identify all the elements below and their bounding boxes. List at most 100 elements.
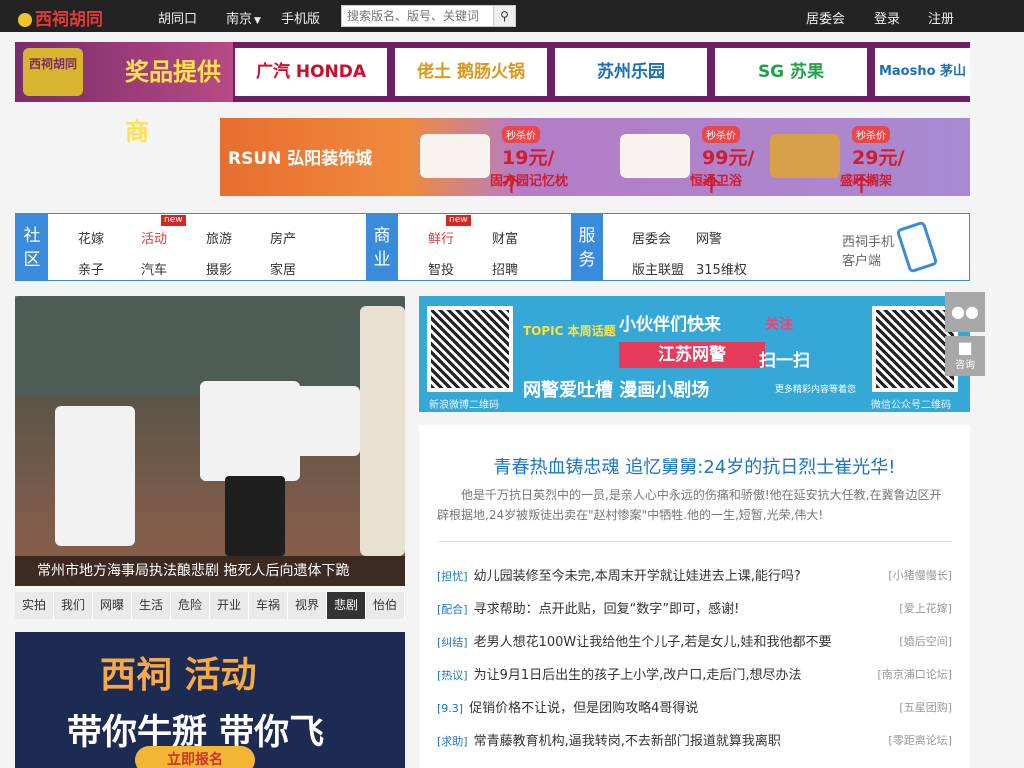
post-tag[interactable]: [担忧]: [437, 570, 468, 583]
juweihui-link[interactable]: 居委会: [806, 8, 845, 27]
article-headline[interactable]: 青春热血铸忠魂 追忆舅舅:24岁的抗日烈士崔光华!: [419, 453, 970, 479]
post-source[interactable]: [婚后空间]: [899, 633, 952, 649]
logo-text: 西祠胡同: [35, 10, 103, 30]
ad-line1: 小伙伴们快来: [619, 315, 721, 335]
wechat-icon: ●●: [951, 302, 979, 321]
weibo-qr-caption: 新浪微博二维码: [429, 400, 499, 411]
toilet-image: [620, 134, 690, 178]
menu-item-qinzi[interactable]: 亲子: [78, 259, 104, 278]
menu-item-huajia[interactable]: 花嫁: [78, 228, 104, 247]
post-title[interactable]: 老男人想花100W让我给他生个儿子,若是女儿,娃和我他都不要: [474, 635, 832, 650]
police-ad[interactable]: 新浪微博二维码 TOPIC 本周话题 小伙伴们快来 关注 江苏网警 扫一扫 网警…: [419, 296, 970, 412]
tab-shijie[interactable]: 视界: [288, 592, 327, 619]
menu-item-sheying[interactable]: 摄影: [206, 259, 232, 278]
deal-name: 盛旺搁架: [840, 174, 893, 189]
site-logo[interactable]: 西祠胡同: [18, 5, 103, 30]
list-item: [热议] 为让9月1日后出生的孩子上小学,改户口,走后门,想尽办法 [南京浦口论坛]: [437, 664, 952, 697]
sponsor-suguo[interactable]: SG 苏果: [715, 48, 867, 96]
login-link[interactable]: 登录: [874, 8, 900, 27]
deal-name: 恒通卫浴: [690, 174, 743, 189]
tab-beiju[interactable]: 悲剧: [327, 592, 366, 619]
post-tag[interactable]: [求助]: [437, 735, 468, 748]
menu-item-wangjing[interactable]: 网警: [696, 228, 722, 247]
chat-icon: ■: [957, 338, 973, 357]
sponsor-banner[interactable]: 西祠胡同 奖品提供商 广汽 HONDA 佬土 鹅肠火锅 苏州乐园 SG 苏果 M…: [15, 42, 970, 146]
person-figure: [225, 476, 285, 556]
wechat-float-button[interactable]: ●● 微信: [945, 292, 985, 332]
post-title[interactable]: 为让9月1日后出生的孩子上小学,改户口,走后门,想尽办法: [474, 668, 802, 683]
hero-image[interactable]: 常州市地方海事局执法酿悲剧 拖死人后向遗体下跪: [15, 296, 405, 586]
menu-item-zhaopin[interactable]: 招聘: [492, 259, 518, 278]
logo-icon: [18, 13, 32, 27]
search-icon: ⚲: [500, 9, 509, 23]
menu-item-lvyou[interactable]: 旅游: [206, 228, 232, 247]
post-source[interactable]: [五星团购]: [899, 699, 952, 715]
mobile-client-link[interactable]: 西祠手机客户端: [842, 233, 900, 271]
divider: [437, 541, 952, 542]
post-title[interactable]: 寻求帮助：点开此贴，回复“数字”即可，感谢!: [474, 602, 740, 617]
ad-scan: 扫一扫: [759, 351, 810, 371]
sponsor-lead: 西祠胡同 奖品提供商: [15, 42, 233, 146]
deal-name: 固方园记忆枕: [490, 174, 569, 189]
post-title[interactable]: 幼儿园装修至今未完,本周末开学就让娃进去上课,能行吗?: [474, 569, 801, 584]
menu-item-banzhu[interactable]: 版主联盟: [632, 259, 684, 278]
top-bar: 西祠胡同 胡同口 南京▼ 手机版 ⚲ 居委会 登录 注册: [0, 0, 1024, 32]
tab-chehuo[interactable]: 车祸: [249, 592, 288, 619]
menu-item-caifu[interactable]: 财富: [492, 228, 518, 247]
rack-image: [770, 134, 840, 178]
city-select[interactable]: 南京 ▼: [226, 8, 261, 27]
tab-weixian[interactable]: 危险: [171, 592, 210, 619]
register-link[interactable]: 注册: [928, 8, 954, 27]
menu-item-qiche[interactable]: 汽车: [141, 259, 167, 278]
mobile-link[interactable]: 手机版: [281, 8, 320, 27]
deal-item: 秒杀价 29元/个 盛旺搁架: [770, 126, 920, 196]
hero-caption[interactable]: 常州市地方海事局执法酿悲剧 拖死人后向遗体下跪: [15, 556, 405, 586]
consult-label: 咨询: [955, 360, 975, 371]
list-item: [担忧] 幼儿园装修至今未完,本周末开学就让娃进去上课,能行吗? [小猪慢慢长]: [437, 565, 952, 598]
consult-float-button[interactable]: ■ 咨询: [945, 336, 985, 376]
register-now-button[interactable]: 立即报名: [135, 746, 255, 768]
post-tag[interactable]: [配合]: [437, 603, 468, 616]
post-source[interactable]: [南京浦口论坛]: [877, 666, 952, 682]
post-source[interactable]: [小猪慢慢长]: [888, 567, 952, 583]
business-header: 商业: [366, 214, 398, 280]
sponsor-suzhou-park[interactable]: 苏州乐园: [555, 48, 707, 96]
menu-item-huodong[interactable]: 活动: [141, 228, 167, 247]
menu-item-xianxing[interactable]: 鲜行: [428, 228, 454, 247]
ad-line3: 网警爱吐槽 漫画小剧场: [523, 380, 710, 401]
community-header: 社区: [16, 214, 48, 280]
sponsor-laotu[interactable]: 佬土 鹅肠火锅: [395, 48, 547, 96]
wechat-qr-caption: 微信公众号二维码: [871, 400, 951, 411]
menu-item-zhitou[interactable]: 智投: [428, 259, 454, 278]
post-tag[interactable]: [9.3]: [437, 702, 463, 715]
search-button[interactable]: ⚲: [493, 6, 515, 26]
category-menu: 社区 花嫁 活动 new 旅游 房产 亲子 汽车 摄影 家居 商业 鲜行 new…: [15, 213, 970, 281]
sponsor-maoshan[interactable]: Maosho 茅山: [875, 48, 970, 96]
menu-item-315[interactable]: 315维权: [696, 259, 747, 278]
post-tag[interactable]: [热议]: [437, 669, 468, 682]
tab-kaiye[interactable]: 开业: [210, 592, 249, 619]
post-title[interactable]: 促销价格不让说，但是团购攻略4哥得说: [469, 701, 698, 716]
post-tag[interactable]: [纠结]: [437, 636, 468, 649]
menu-item-juweihui[interactable]: 居委会: [632, 228, 671, 247]
tab-shenghuo[interactable]: 生活: [132, 592, 171, 619]
post-source[interactable]: [爱上花嫁]: [899, 600, 952, 616]
nav-home-link[interactable]: 胡同口: [158, 8, 197, 27]
home-decor-banner[interactable]: RSUN 弘阳装饰城 秒杀价 19元/个 固方园记忆枕 秒杀价 99元/个 恒通…: [220, 118, 970, 196]
list-item: [9.3] 促销价格不让说，但是团购攻略4哥得说 [五星团购]: [437, 697, 952, 730]
search-input[interactable]: [342, 6, 492, 26]
menu-item-fangchan[interactable]: 房产: [270, 228, 296, 247]
activity-promo[interactable]: 西祠 活动 带你牛掰 带你飞 立即报名: [15, 632, 405, 768]
menu-item-jiaju[interactable]: 家居: [270, 259, 296, 278]
tab-shipai[interactable]: 实拍: [15, 592, 54, 619]
person-figure: [360, 306, 405, 556]
sponsor-honda[interactable]: 广汽 HONDA: [235, 48, 387, 96]
post-list: [担忧] 幼儿园装修至今未完,本周末开学就让娃进去上课,能行吗? [小猪慢慢长] […: [437, 565, 952, 763]
tab-wangpu[interactable]: 网曝: [93, 592, 132, 619]
post-title[interactable]: 常青藤教育机构,逼我转岗,不去新部门报道就算我离职: [474, 734, 781, 749]
search-box: ⚲: [341, 5, 516, 27]
tab-yibo[interactable]: 怡伯: [366, 592, 405, 619]
city-label: 南京: [226, 12, 253, 27]
tab-women[interactable]: 我们: [54, 592, 93, 619]
post-source[interactable]: [零距离论坛]: [888, 732, 952, 748]
